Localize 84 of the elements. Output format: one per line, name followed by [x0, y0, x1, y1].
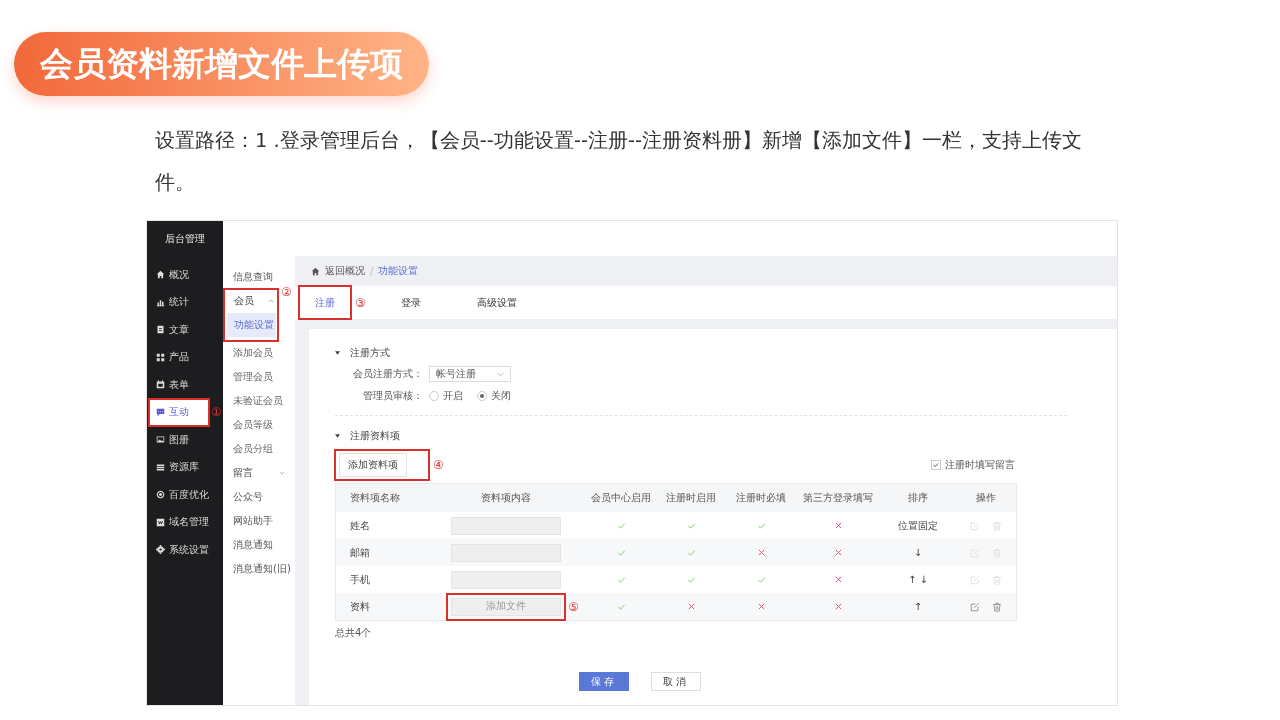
breadcrumb-separator: / [370, 265, 374, 277]
description: 设置路径：1 .登录管理后台，【会员--功能设置--注册--注册资料册】新增【添加文件】一栏，支持上传文件。 [155, 128, 1084, 196]
callout-number: ② [281, 285, 292, 299]
column-header: 注册时必填 [735, 491, 787, 505]
submenu-item[interactable]: 添加会员 [226, 341, 292, 365]
breadcrumb-link[interactable]: 功能设置 [378, 264, 419, 278]
field-label: 会员注册方式： [352, 367, 423, 381]
target-icon [156, 490, 165, 500]
submenu-group[interactable]: 会员 [224, 289, 278, 313]
column-header: 第三方登录填写 [802, 491, 874, 505]
gear-icon [156, 545, 165, 555]
column-header: 排序 [907, 491, 929, 505]
submenu-item[interactable]: 消息通知 [223, 533, 295, 557]
callout-number: ④ [433, 458, 444, 472]
submenu-item[interactable]: 功能设置 [227, 313, 276, 337]
table-cell-text: 姓名 [349, 518, 371, 533]
sidebar-item[interactable]: 产品 [147, 343, 223, 371]
column-header: 资料项内容 [480, 491, 532, 505]
submenu-item[interactable]: 消息通知(旧) [223, 557, 295, 581]
save-button[interactable]: 保存 [579, 672, 629, 691]
brand-title: 后台管理 [164, 232, 206, 246]
chevron-icon [497, 371, 504, 377]
radio-option[interactable]: 开启 [429, 389, 463, 403]
column-header: 资料项名称 [349, 491, 401, 505]
select-field[interactable]: 帐号注册 [429, 366, 511, 382]
sidebar-item[interactable]: 系统设置 [147, 536, 223, 564]
sidebar-item[interactable]: 概况 [147, 261, 223, 289]
radio-option[interactable]: 关闭 [477, 389, 511, 403]
submenu-item[interactable]: 未验证会员 [226, 389, 292, 413]
checkbox[interactable] [931, 460, 941, 470]
submenu-item[interactable]: 公众号 [223, 485, 295, 509]
callout-number: ① [211, 405, 222, 420]
callout-number: ⑤ [568, 599, 579, 614]
sidebar-item[interactable]: 资源库 [147, 453, 223, 481]
tab[interactable]: 登录 [385, 286, 437, 319]
submenu-item[interactable]: 管理会员 [226, 365, 292, 389]
caret-icon [335, 434, 340, 438]
table-cell-text: 邮箱 [349, 545, 371, 560]
edit-icon[interactable] [970, 601, 980, 612]
section-heading: 注册资料项 [350, 429, 400, 443]
column-header: 注册时启用 [665, 491, 717, 505]
document-icon [156, 325, 165, 335]
submenu-item[interactable]: 会员分组 [226, 437, 292, 461]
bar-chart-icon [156, 297, 165, 307]
content-field[interactable] [451, 570, 561, 589]
cancel-button[interactable]: 取消 [651, 672, 701, 691]
content-field[interactable] [451, 516, 561, 535]
check-icon [932, 461, 940, 469]
delete-icon[interactable] [992, 601, 1002, 612]
table-cell-text: ↓ [912, 547, 924, 558]
sidebar-item[interactable]: 域名管理 [147, 508, 223, 536]
table-cell-text: 手机 [349, 572, 371, 587]
breadcrumb-link[interactable]: 返回概况 [325, 264, 365, 278]
callout-number: ③ [355, 295, 366, 310]
section-heading: 注册方式 [350, 346, 390, 360]
submenu-item[interactable]: 会员等级 [226, 413, 292, 437]
column-header: 会员中心启用 [590, 491, 652, 505]
add-item-button[interactable]: 添加资料项 [339, 453, 407, 477]
submenu-item[interactable]: 网站助手 [223, 509, 295, 533]
table-cell-text: ↑ ↓ [907, 574, 929, 585]
table-cell-text: 资料 [349, 599, 371, 614]
sidebar-item[interactable]: 百度优化 [147, 481, 223, 509]
table-cell-text: 位置固定 [897, 518, 939, 533]
home-icon [156, 270, 165, 280]
sidebar-item[interactable]: 图册 [147, 426, 223, 454]
chat-icon [156, 407, 165, 417]
sidebar-item[interactable]: 统计 [147, 288, 223, 316]
box-icon [156, 517, 165, 527]
slide-title: 会员资料新增文件上传项 [14, 32, 429, 96]
tab[interactable]: 高级设置 [471, 286, 523, 319]
sidebar-item[interactable]: 文章 [147, 316, 223, 344]
sidebar-item[interactable]: 表单 [147, 371, 223, 399]
image-icon [156, 435, 165, 445]
calendar-icon [156, 380, 165, 390]
stack-icon [156, 462, 165, 472]
submenu-group[interactable]: 留言 [223, 461, 295, 485]
field-label: 管理员审核： [362, 389, 423, 403]
checkbox-label[interactable]: 注册时填写留言 [945, 458, 1015, 472]
table-cell-text: ↑ [912, 601, 924, 612]
column-header: 操作 [975, 491, 997, 505]
home-icon [311, 266, 320, 276]
total-count: 总共4个 [335, 626, 373, 640]
caret-icon [335, 351, 340, 355]
grid-icon [156, 352, 165, 362]
